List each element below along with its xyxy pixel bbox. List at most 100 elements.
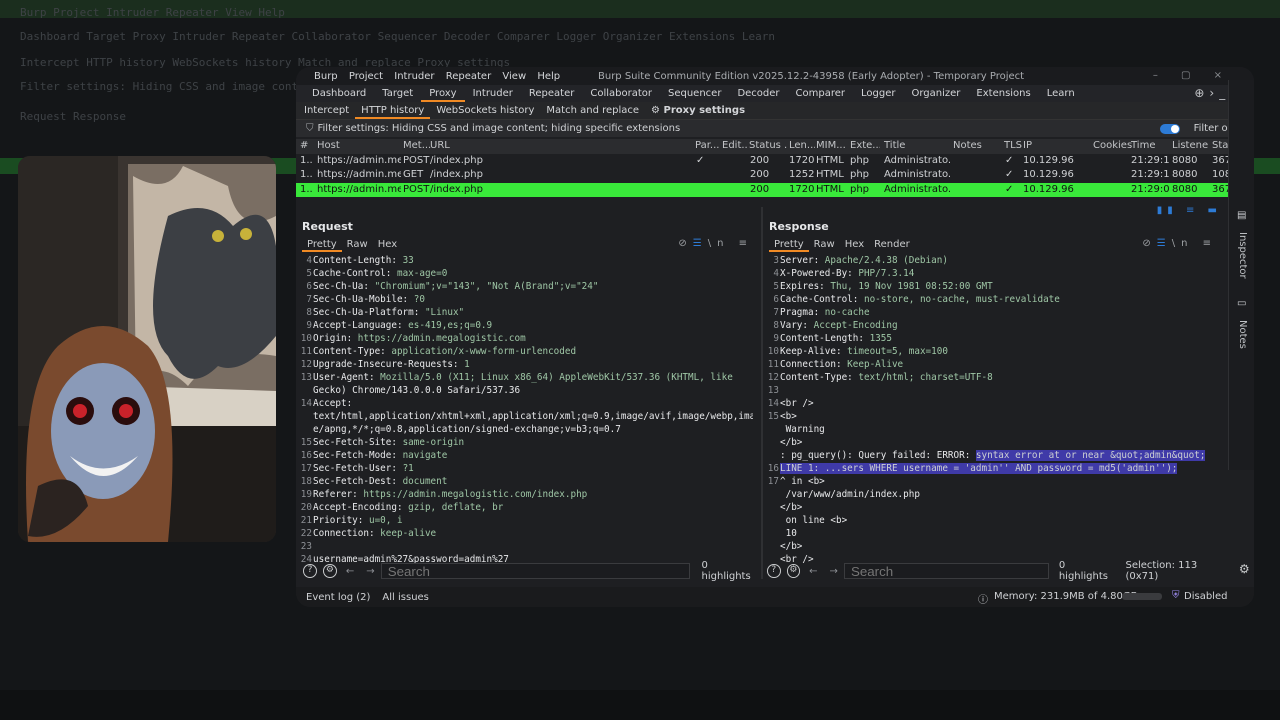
response-editor[interactable]: 3Server: Apache/2.4.38 (Debian) 4X-Powere… (763, 254, 1217, 566)
column-header[interactable]: Title (884, 139, 950, 154)
menu-intruder[interactable]: Intruder (394, 71, 434, 82)
tab-sequencer[interactable]: Sequencer (660, 85, 729, 102)
notes-icon[interactable]: ▭ (1237, 298, 1246, 309)
request-editor-icons[interactable]: ⊘☰\n ≡ (678, 238, 753, 249)
tab-collaborator[interactable]: Collaborator (582, 85, 660, 102)
tab-intercept[interactable]: Intercept (298, 102, 355, 119)
request-search-input[interactable] (380, 563, 690, 579)
tab-organizer[interactable]: Organizer (904, 85, 969, 102)
column-header[interactable]: Edit... (722, 139, 748, 154)
tab-response-pretty[interactable]: Pretty (769, 238, 809, 252)
tab-logger[interactable]: Logger (853, 85, 903, 102)
arrow-left-icon[interactable]: ← (346, 566, 354, 577)
all-issues-link[interactable]: All issues (382, 592, 428, 603)
response-editor-icons[interactable]: ⊘☰\n ≡ (1142, 238, 1217, 249)
column-header[interactable]: Notes (953, 139, 993, 154)
column-header[interactable]: Time (1131, 139, 1167, 154)
event-log-link[interactable]: Event log (2) (306, 592, 370, 603)
filter-bar[interactable]: ⛉ Filter settings: Hiding CSS and image … (296, 119, 1254, 137)
tab-response-raw[interactable]: Raw (809, 238, 840, 252)
column-header[interactable]: Cookies (1093, 139, 1133, 154)
table-row[interactable]: 1... https://admin.me... POST /index.php… (296, 154, 1254, 169)
header-key: User-Agent: (313, 372, 375, 383)
column-header[interactable]: # (300, 139, 312, 154)
help-icon[interactable]: ? (767, 564, 781, 578)
column-header[interactable]: MIM... (816, 139, 846, 154)
code-text: https://admin.megalogistic.com (352, 333, 526, 344)
tab-comparer[interactable]: Comparer (788, 85, 853, 102)
tab-target[interactable]: Target (374, 85, 421, 102)
tab-response-render[interactable]: Render (869, 238, 915, 252)
inspector-icon[interactable]: ▤ (1237, 210, 1246, 221)
arrow-right-icon[interactable]: → (366, 566, 374, 577)
filter-settings-text[interactable]: Filter settings: Hiding CSS and image co… (318, 123, 681, 134)
column-header[interactable]: IP (1023, 139, 1073, 154)
tab-websockets-history[interactable]: WebSockets history (430, 102, 540, 119)
code-line: 5Cache-Control: max-age=0 (296, 267, 753, 280)
help-icon[interactable]: ? (303, 564, 317, 578)
code-line: 3Server: Apache/2.4.38 (Debian) (763, 254, 1217, 267)
table-cell: 8080 (1172, 183, 1198, 195)
proxy-settings-button[interactable]: ⚙ Proxy settings (645, 102, 751, 119)
tab-intruder[interactable]: Intruder (465, 85, 521, 102)
tab-decoder[interactable]: Decoder (729, 85, 787, 102)
menu-repeater[interactable]: Repeater (446, 71, 491, 82)
request-panel: Request Pretty Raw Hex ⊘☰\n ≡ 4Content-L… (296, 216, 761, 566)
header-key: Sec-Fetch-User: (313, 463, 397, 474)
tab-learn[interactable]: Learn (1039, 85, 1083, 102)
column-header[interactable]: Len... (789, 139, 815, 154)
response-search-input[interactable] (843, 563, 1049, 579)
column-header[interactable]: Exte... (850, 139, 880, 154)
arrow-left-icon[interactable]: ← (809, 566, 817, 577)
column-header[interactable]: URL (430, 139, 690, 154)
tab-request-hex[interactable]: Hex (373, 238, 402, 252)
line-number: 13 (767, 385, 779, 396)
sidebar-inspector[interactable]: Inspector (1236, 232, 1248, 279)
tab-http-history[interactable]: HTTP history (355, 102, 431, 119)
window-controls[interactable]: – ▢ × (1153, 70, 1232, 81)
arrow-right-icon[interactable]: → (830, 566, 838, 577)
settings-icon[interactable]: ⚙ (322, 564, 337, 578)
code-line: : pg_query(): Query failed: ERROR: synta… (763, 449, 1217, 462)
column-header[interactable]: Host (317, 139, 397, 154)
code-text: Thu, 19 Nov 1981 08:52:00 GMT (824, 281, 993, 292)
column-header[interactable]: Met... (403, 139, 431, 154)
column-header[interactable]: Par... (695, 139, 721, 154)
code-line: 13 (763, 384, 1217, 397)
header-key: Content-Length: (313, 255, 397, 266)
background-text: Request Response (20, 110, 126, 123)
tab-request-pretty[interactable]: Pretty (302, 238, 342, 252)
layout-toggle-icons[interactable]: ▮▮ ≡ ▬ (1157, 205, 1222, 216)
tab-repeater[interactable]: Repeater (521, 85, 582, 102)
menu-project[interactable]: Project (349, 71, 383, 82)
settings-gear-icon[interactable]: ⚙ (1237, 563, 1251, 578)
menu-help[interactable]: Help (537, 71, 560, 82)
settings-icon[interactable]: ⚙ (786, 564, 801, 578)
menu-view[interactable]: View (502, 71, 526, 82)
code-line: 11Content-Type: application/x-www-form-u… (296, 345, 753, 358)
table-cell: 1... (300, 169, 312, 180)
header-key: X-Powered-By: (780, 268, 853, 279)
tab-extensions[interactable]: Extensions (968, 85, 1038, 102)
line-number: 7 (773, 307, 779, 318)
line-number: 14 (767, 398, 779, 409)
code-line: 8Vary: Accept-Encoding (763, 319, 1217, 332)
request-highlights-count: 0 highlights (701, 560, 751, 582)
globe-icon[interactable]: ⊕ (1194, 86, 1209, 100)
menu-burp[interactable]: Burp (314, 71, 338, 82)
table-row[interactable]: 1... https://admin.me... GET /index.php … (296, 168, 1254, 183)
code-line: e/apng,*/*;q=0.8,application/signed-exch… (296, 423, 753, 436)
filter-toggle[interactable] (1160, 124, 1180, 134)
tab-proxy[interactable]: Proxy (421, 85, 465, 102)
request-editor[interactable]: 4Content-Length: 33 5Cache-Control: max-a… (296, 254, 753, 566)
column-header[interactable]: Listene... (1172, 139, 1208, 154)
tab-request-raw[interactable]: Raw (342, 238, 373, 252)
tab-response-hex[interactable]: Hex (840, 238, 869, 252)
sidebar-notes[interactable]: Notes (1236, 320, 1248, 349)
column-header[interactable]: Status ... (749, 139, 787, 154)
tab-dashboard[interactable]: Dashboard (304, 85, 374, 102)
tab-match-and-replace[interactable]: Match and replace (540, 102, 645, 119)
table-row-selected[interactable]: 1... https://admin.me... POST /index.php… (296, 182, 1254, 197)
disabled-status[interactable]: Disabled (1184, 591, 1227, 602)
column-header[interactable]: TLS (1004, 139, 1022, 154)
